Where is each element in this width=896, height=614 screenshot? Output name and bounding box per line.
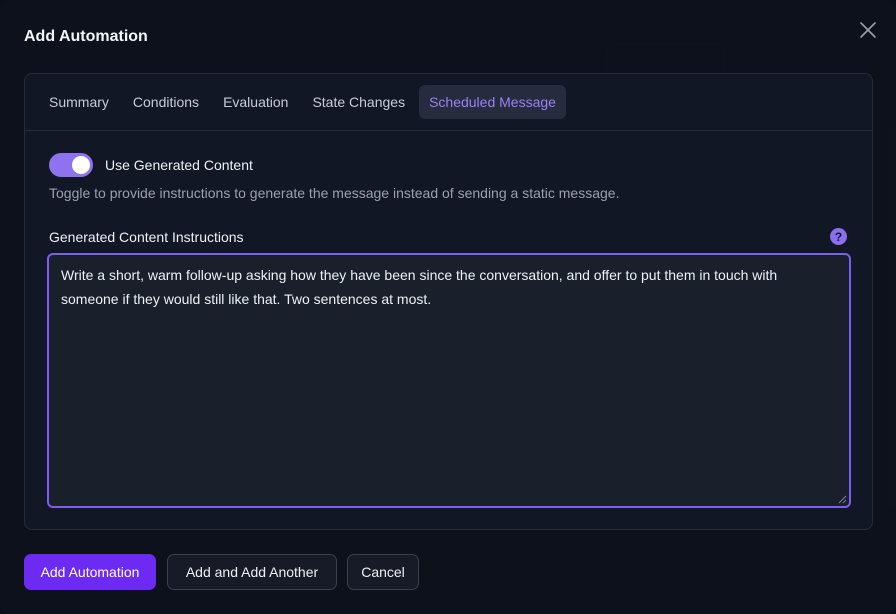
use-generated-content-row: Use Generated Content — [49, 153, 253, 177]
question-circle-icon[interactable]: ? — [830, 228, 847, 245]
toggle-help-text: Toggle to provide instructions to genera… — [49, 185, 620, 201]
toggle-label: Use Generated Content — [105, 157, 253, 173]
instructions-textarea[interactable] — [47, 253, 851, 508]
add-automation-button[interactable]: Add Automation — [24, 554, 156, 590]
add-and-add-another-button[interactable]: Add and Add Another — [167, 554, 337, 590]
close-button[interactable] — [856, 18, 880, 42]
tab-conditions[interactable]: Conditions — [123, 85, 209, 119]
resize-handle-icon[interactable] — [837, 494, 847, 504]
modal-title: Add Automation — [24, 28, 148, 45]
tab-evaluation[interactable]: Evaluation — [213, 85, 298, 119]
cancel-button[interactable]: Cancel — [347, 554, 419, 590]
use-generated-content-toggle[interactable] — [49, 153, 93, 177]
tab-panel: Summary Conditions Evaluation State Chan… — [24, 73, 873, 530]
close-icon — [860, 22, 876, 38]
tab-summary[interactable]: Summary — [39, 85, 119, 119]
tab-scheduled-message[interactable]: Scheduled Message — [419, 85, 566, 119]
instructions-label: Generated Content Instructions — [49, 229, 244, 245]
add-automation-modal: Add Automation Summary Conditions Evalua… — [0, 0, 896, 614]
tab-bar: Summary Conditions Evaluation State Chan… — [25, 74, 872, 131]
tab-state-changes[interactable]: State Changes — [302, 85, 415, 119]
toggle-knob — [72, 156, 90, 174]
